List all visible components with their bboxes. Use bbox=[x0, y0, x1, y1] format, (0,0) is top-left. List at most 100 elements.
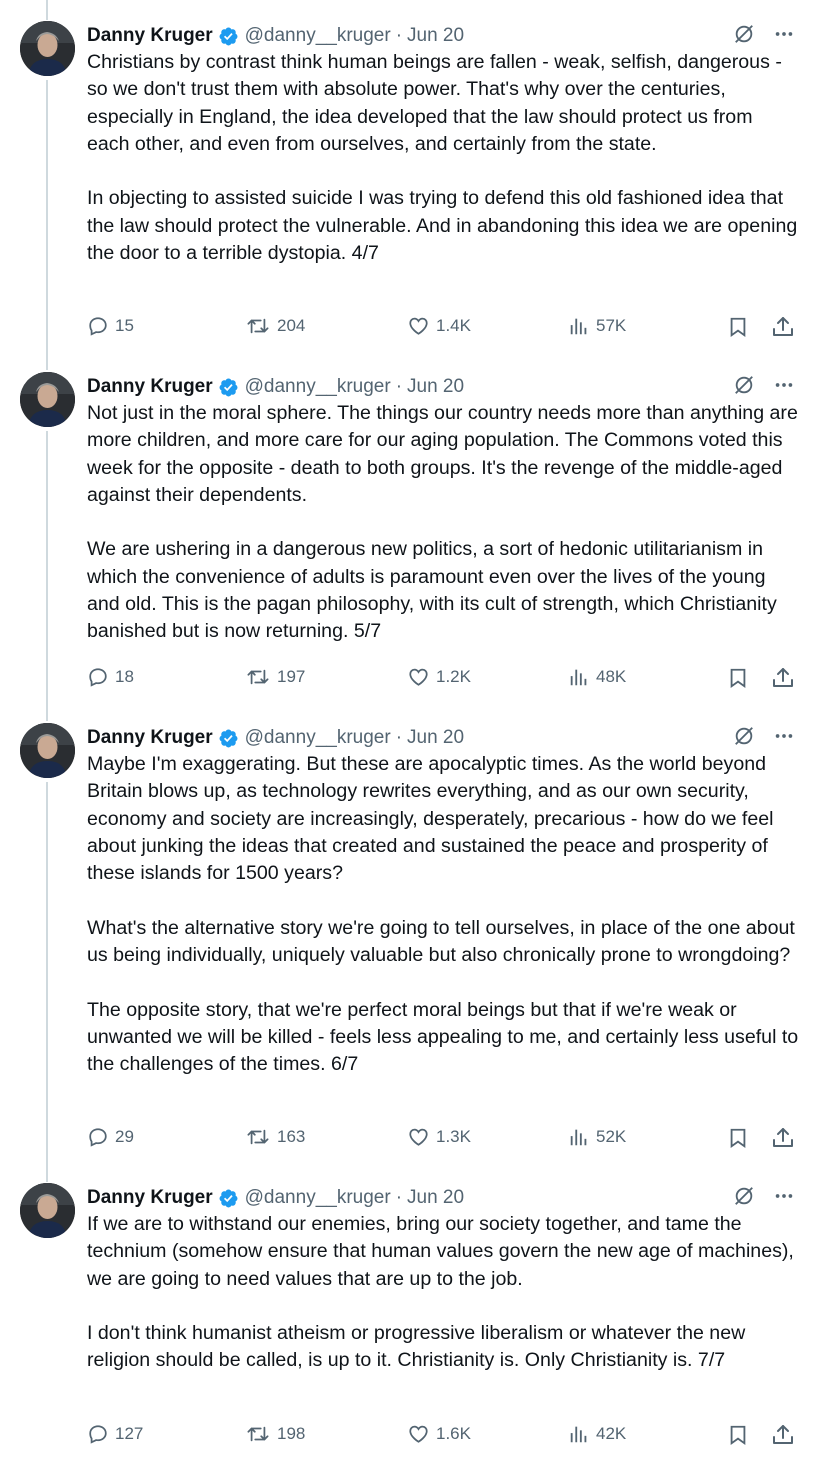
tweet[interactable]: Danny Kruger @danny__kruger · Jun 20 Not… bbox=[0, 372, 815, 702]
tweet-paragraph: If we are to withstand our enemies, brin… bbox=[87, 1213, 794, 1290]
like-button[interactable]: 1.4K bbox=[407, 315, 471, 337]
tweet[interactable]: Danny Kruger @danny__kruger · Jun 20 If … bbox=[0, 1183, 815, 1461]
views-button[interactable]: 57K bbox=[568, 315, 626, 337]
separator-dot: · bbox=[395, 727, 403, 748]
view-count: 52K bbox=[596, 1127, 627, 1146]
repost-button[interactable]: 198 bbox=[245, 1423, 305, 1445]
repost-button[interactable]: 197 bbox=[245, 666, 305, 688]
tweet-text: Not just in the moral sphere. The things… bbox=[87, 400, 799, 646]
author-handle[interactable]: @danny__kruger bbox=[245, 376, 391, 398]
bookmark-icon bbox=[727, 1126, 749, 1150]
repost-count: 197 bbox=[277, 667, 306, 686]
tweet-date[interactable]: Jun 20 bbox=[407, 1187, 464, 1209]
tweet[interactable]: Danny Kruger @danny__kruger · Jun 20 Chr… bbox=[0, 21, 815, 351]
bookmark-icon bbox=[727, 315, 749, 339]
reply-count: 18 bbox=[115, 667, 134, 686]
like-count: 1.2K bbox=[436, 667, 471, 686]
author-handle[interactable]: @danny__kruger bbox=[245, 25, 391, 47]
avatar[interactable] bbox=[20, 21, 75, 76]
share-icon bbox=[771, 1423, 795, 1447]
verified-badge-icon bbox=[218, 377, 239, 398]
view-count: 48K bbox=[596, 667, 627, 686]
views-button[interactable]: 42K bbox=[568, 1423, 626, 1445]
tweet-paragraph: Christians by contrast think human being… bbox=[87, 51, 782, 155]
repost-button[interactable]: 163 bbox=[245, 1126, 305, 1148]
more-icon[interactable] bbox=[773, 374, 795, 396]
reply-icon bbox=[87, 666, 109, 688]
verified-badge-icon bbox=[218, 1188, 239, 1209]
author-name[interactable]: Danny Kruger bbox=[87, 25, 213, 47]
like-icon bbox=[407, 1423, 430, 1445]
view-count: 57K bbox=[596, 316, 627, 335]
repost-count: 204 bbox=[277, 316, 306, 335]
separator-dot: · bbox=[395, 1187, 403, 1208]
bookmark-button[interactable] bbox=[727, 666, 755, 690]
tweet-date[interactable]: Jun 20 bbox=[407, 376, 464, 398]
reply-count: 127 bbox=[115, 1424, 144, 1443]
tweet-paragraph: What's the alternative story we're going… bbox=[87, 916, 795, 967]
avatar[interactable] bbox=[20, 1183, 75, 1238]
bookmark-button[interactable] bbox=[727, 315, 755, 339]
reply-button[interactable]: 15 bbox=[87, 315, 134, 337]
grok-icon[interactable] bbox=[733, 23, 755, 45]
author-handle[interactable]: @danny__kruger bbox=[245, 727, 391, 749]
views-icon bbox=[568, 666, 590, 688]
avatar[interactable] bbox=[20, 723, 75, 778]
author-handle[interactable]: @danny__kruger bbox=[245, 1187, 391, 1209]
like-button[interactable]: 1.3K bbox=[407, 1126, 471, 1148]
repost-count: 163 bbox=[277, 1127, 306, 1146]
views-icon bbox=[568, 1423, 590, 1445]
author-name[interactable]: Danny Kruger bbox=[87, 376, 213, 398]
repost-icon bbox=[245, 1423, 271, 1445]
avatar[interactable] bbox=[20, 372, 75, 427]
reply-button[interactable]: 18 bbox=[87, 666, 134, 688]
grok-icon[interactable] bbox=[733, 725, 755, 747]
tweet[interactable]: Danny Kruger @danny__kruger · Jun 20 May… bbox=[0, 723, 815, 1163]
tweet-actions: 18 197 1.2K 48K bbox=[87, 666, 795, 692]
grok-icon[interactable] bbox=[733, 1185, 755, 1207]
share-icon bbox=[771, 1126, 795, 1150]
tweet-text: Maybe I'm exaggerating. But these are ap… bbox=[87, 751, 799, 1079]
bookmark-icon bbox=[727, 1423, 749, 1447]
tweet-paragraph: Maybe I'm exaggerating. But these are ap… bbox=[87, 753, 774, 885]
like-icon bbox=[407, 315, 430, 337]
bookmark-icon bbox=[727, 666, 749, 690]
views-button[interactable]: 48K bbox=[568, 666, 626, 688]
repost-icon bbox=[245, 666, 271, 688]
share-button[interactable] bbox=[771, 666, 801, 690]
tweet-header: Danny Kruger @danny__kruger · Jun 20 bbox=[87, 374, 795, 400]
tweet-date[interactable]: Jun 20 bbox=[407, 727, 464, 749]
repost-count: 198 bbox=[277, 1424, 306, 1443]
tweet-actions: 29 163 1.3K 52K bbox=[87, 1126, 795, 1152]
like-icon bbox=[407, 666, 430, 688]
share-button[interactable] bbox=[771, 1126, 801, 1150]
bookmark-button[interactable] bbox=[727, 1423, 755, 1447]
tweet-text: If we are to withstand our enemies, brin… bbox=[87, 1211, 799, 1375]
tweet-actions: 127 198 1.6K 42K bbox=[87, 1423, 795, 1449]
author-name[interactable]: Danny Kruger bbox=[87, 1187, 213, 1209]
like-button[interactable]: 1.6K bbox=[407, 1423, 471, 1445]
tweet-header: Danny Kruger @danny__kruger · Jun 20 bbox=[87, 1185, 795, 1211]
author-name[interactable]: Danny Kruger bbox=[87, 727, 213, 749]
more-icon[interactable] bbox=[773, 725, 795, 747]
like-button[interactable]: 1.2K bbox=[407, 666, 471, 688]
reply-button[interactable]: 29 bbox=[87, 1126, 134, 1148]
share-button[interactable] bbox=[771, 315, 801, 339]
view-count: 42K bbox=[596, 1424, 627, 1443]
tweet-actions: 15 204 1.4K 57K bbox=[87, 315, 795, 341]
verified-badge-icon bbox=[218, 728, 239, 749]
repost-button[interactable]: 204 bbox=[245, 315, 305, 337]
separator-dot: · bbox=[395, 376, 403, 397]
repost-icon bbox=[245, 315, 271, 337]
more-icon[interactable] bbox=[773, 23, 795, 45]
grok-icon[interactable] bbox=[733, 374, 755, 396]
views-button[interactable]: 52K bbox=[568, 1126, 626, 1148]
tweet-paragraph: The opposite story, that we're perfect m… bbox=[87, 998, 799, 1076]
tweet-date[interactable]: Jun 20 bbox=[407, 25, 464, 47]
reply-button[interactable]: 127 bbox=[87, 1423, 143, 1445]
more-icon[interactable] bbox=[773, 1185, 795, 1207]
like-icon bbox=[407, 1126, 430, 1148]
like-count: 1.6K bbox=[436, 1424, 471, 1443]
bookmark-button[interactable] bbox=[727, 1126, 755, 1150]
share-button[interactable] bbox=[771, 1423, 801, 1447]
